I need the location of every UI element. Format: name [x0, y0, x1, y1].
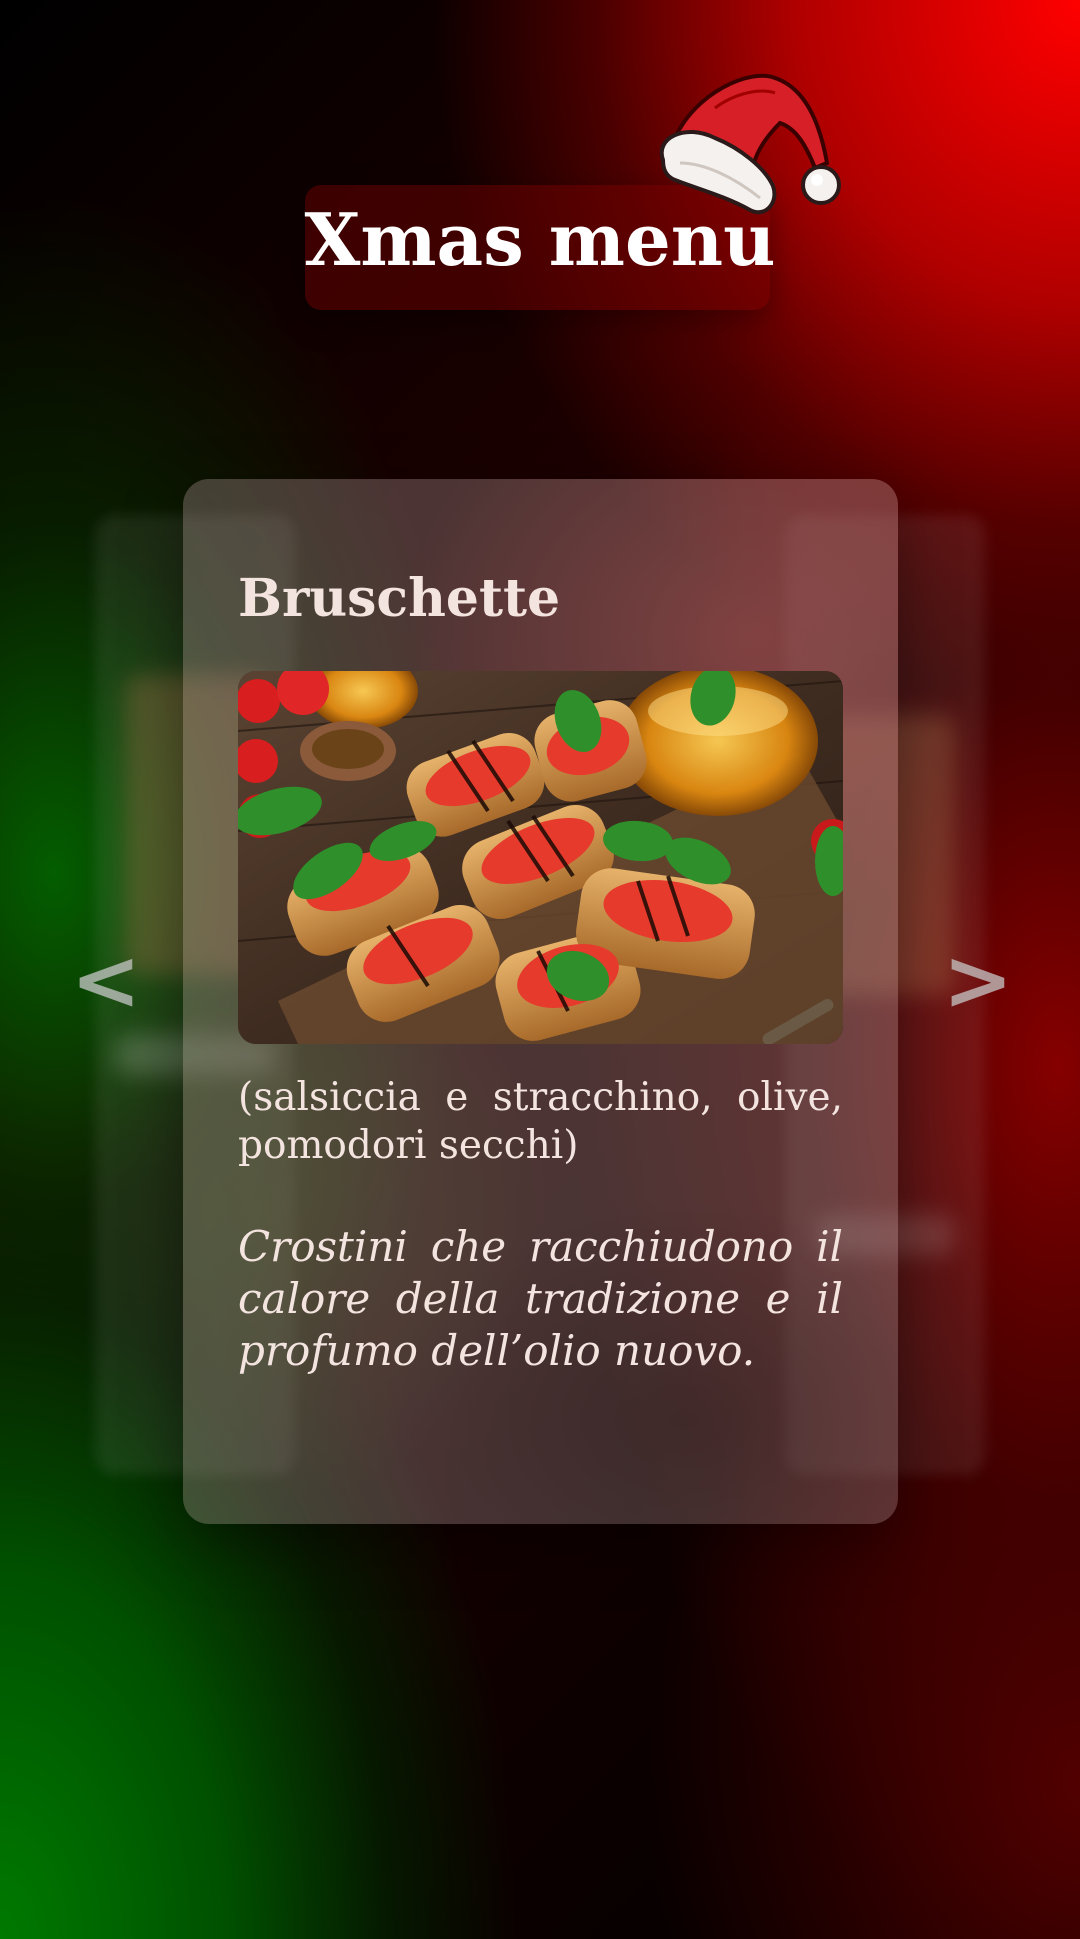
- santa-hat-icon: [659, 73, 841, 215]
- previous-button[interactable]: <: [66, 930, 146, 1030]
- menu-card: Bruschette (salsiccia e stracchino, oliv…: [183, 479, 898, 1524]
- dish-name: Bruschette: [238, 568, 561, 629]
- dish-photo: [238, 671, 843, 1044]
- next-button[interactable]: >: [938, 930, 1018, 1030]
- bruschetta-illustration: [238, 671, 843, 1044]
- dish-description: Crostini che racchiudono il calore della…: [238, 1222, 843, 1375]
- dish-ingredients: (salsiccia e stracchino, olive, pomodori…: [238, 1075, 843, 1168]
- page-title: Xmas menu: [304, 197, 776, 282]
